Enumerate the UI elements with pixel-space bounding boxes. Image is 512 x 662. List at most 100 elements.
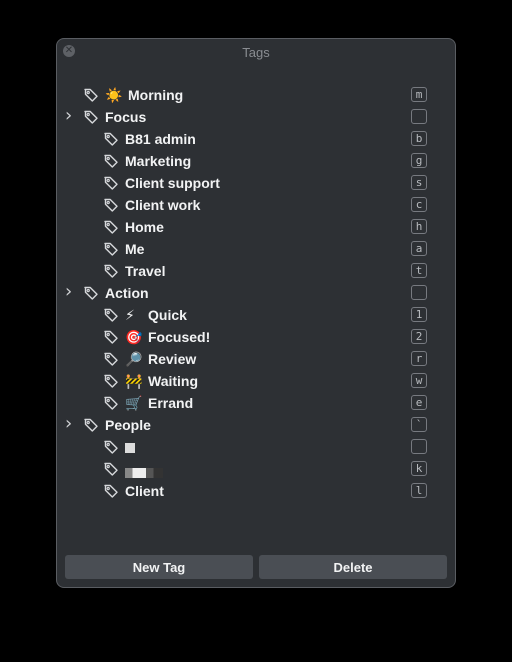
tag-row[interactable]: k (57, 458, 455, 480)
tag-label-text: Review (148, 351, 197, 367)
tag-icon (103, 351, 119, 367)
shortcut-key-field[interactable]: 1 (411, 307, 427, 322)
tag-icon (83, 87, 99, 103)
tag-label: Travel (125, 263, 165, 279)
tag-icon (103, 439, 119, 455)
tag-row[interactable]: 🛒 Errand e (57, 392, 455, 414)
tag-label-text: Morning (128, 87, 184, 103)
tag-label-text: Errand (148, 395, 194, 411)
tag-row[interactable]: Client support s (57, 172, 455, 194)
tag-icon (103, 175, 119, 191)
tag-row[interactable]: › Action (57, 282, 455, 304)
tag-label: Action (105, 285, 149, 301)
tag-label-text: Client (125, 483, 164, 499)
shortcut-key-field[interactable]: 2 (411, 329, 427, 344)
tag-icon (83, 285, 99, 301)
tag-icon (103, 373, 119, 389)
tag-label: 🛒 Errand (125, 395, 193, 412)
tag-label: Client work (125, 197, 200, 213)
tag-icon (103, 263, 119, 279)
tag-label-text: Client work (125, 197, 201, 213)
tag-label (125, 439, 135, 455)
new-tag-button[interactable]: New Tag (65, 555, 253, 579)
tag-label: Marketing (125, 153, 191, 169)
tag-icon (103, 461, 119, 477)
tag-row[interactable]: 🔎 Review r (57, 348, 455, 370)
shortcut-key-field[interactable]: m (411, 87, 427, 102)
tags-window: ✕ Tags ☀️ Morning m › Focus B81 admin b Marketi… (56, 38, 456, 588)
shortcut-key-field[interactable]: ` (411, 417, 427, 432)
chevron-right-icon[interactable]: › (65, 415, 75, 433)
tag-label: ☀️ Morning (105, 87, 183, 104)
shortcut-key-field[interactable]: r (411, 351, 427, 366)
tag-icon (83, 109, 99, 125)
tag-icon (103, 329, 119, 345)
tag-label: Client (125, 483, 164, 499)
tag-label: 🚧 Waiting (125, 373, 198, 390)
chevron-right-icon[interactable]: › (65, 283, 75, 301)
tag-icon (103, 395, 119, 411)
tag-row[interactable]: Home h (57, 216, 455, 238)
shortcut-key-field[interactable]: t (411, 263, 427, 278)
shortcut-key-field[interactable]: h (411, 219, 427, 234)
tag-row[interactable] (57, 436, 455, 458)
shortcut-key-field[interactable] (411, 109, 427, 124)
tag-label-text: Client support (125, 175, 220, 191)
window-title: Tags (242, 45, 270, 60)
shortcut-key-field[interactable]: a (411, 241, 427, 256)
tag-label: ⚡ Quick (125, 307, 187, 324)
tag-label-text: Quick (148, 307, 187, 323)
tag-row[interactable]: Marketing g (57, 150, 455, 172)
tag-row[interactable]: Me a (57, 238, 455, 260)
tag-row[interactable]: ⚡ Quick 1 (57, 304, 455, 326)
tag-row[interactable]: 🎯 Focused! 2 (57, 326, 455, 348)
tag-emoji-icon: 🚧 (125, 374, 143, 390)
tag-label-text: Travel (125, 263, 166, 279)
tag-icon (103, 241, 119, 257)
tag-label: B81 admin (125, 131, 196, 147)
delete-button[interactable]: Delete (259, 555, 447, 579)
chevron-right-icon[interactable]: › (65, 107, 75, 125)
tag-emoji-icon: 🎯 (125, 330, 143, 346)
shortcut-key-field[interactable]: l (411, 483, 427, 498)
tag-label: Focus (105, 109, 146, 125)
shortcut-key-field[interactable] (411, 439, 427, 454)
tag-label-text: Action (105, 285, 149, 301)
footer-buttons: New Tag Delete (65, 555, 447, 579)
tag-icon (103, 197, 119, 213)
tag-label-text: Waiting (148, 373, 199, 389)
shortcut-key-field[interactable]: g (411, 153, 427, 168)
tag-row[interactable]: 🚧 Waiting w (57, 370, 455, 392)
tag-label: Home (125, 219, 164, 235)
tag-row[interactable]: Client work c (57, 194, 455, 216)
tag-label: People (105, 417, 151, 433)
tag-emoji-icon: 🔎 (125, 352, 143, 368)
tag-emoji-icon: ⚡ (125, 308, 135, 324)
tag-icon (103, 307, 119, 323)
shortcut-key-field[interactable] (411, 285, 427, 300)
tag-label-text: Me (125, 241, 145, 257)
tag-row[interactable]: B81 admin b (57, 128, 455, 150)
tag-row[interactable]: Travel t (57, 260, 455, 282)
tag-label-text: People (105, 417, 151, 433)
tag-label: Client support (125, 175, 220, 191)
shortcut-key-field[interactable]: b (411, 131, 427, 146)
tag-icon (103, 483, 119, 499)
tag-icon (103, 219, 119, 235)
tag-list: ☀️ Morning m › Focus B81 admin b Marketing g Clie… (57, 84, 455, 502)
tag-row[interactable]: › People ` (57, 414, 455, 436)
shortcut-key-field[interactable]: w (411, 373, 427, 388)
tag-row[interactable]: ☀️ Morning m (57, 84, 455, 106)
tag-label: 🔎 Review (125, 351, 196, 368)
tag-emoji-icon: ☀️ (105, 88, 123, 104)
shortcut-key-field[interactable]: e (411, 395, 427, 410)
tag-row[interactable]: › Focus (57, 106, 455, 128)
shortcut-key-field[interactable]: s (411, 175, 427, 190)
tag-label-text: Focus (105, 109, 147, 125)
shortcut-key-field[interactable]: k (411, 461, 427, 476)
tag-label-text: Marketing (125, 153, 192, 169)
tag-emoji-icon: 🛒 (125, 396, 143, 412)
shortcut-key-field[interactable]: c (411, 197, 427, 212)
tag-row[interactable]: Client l (57, 480, 455, 502)
tag-label-text: B81 admin (125, 131, 196, 147)
